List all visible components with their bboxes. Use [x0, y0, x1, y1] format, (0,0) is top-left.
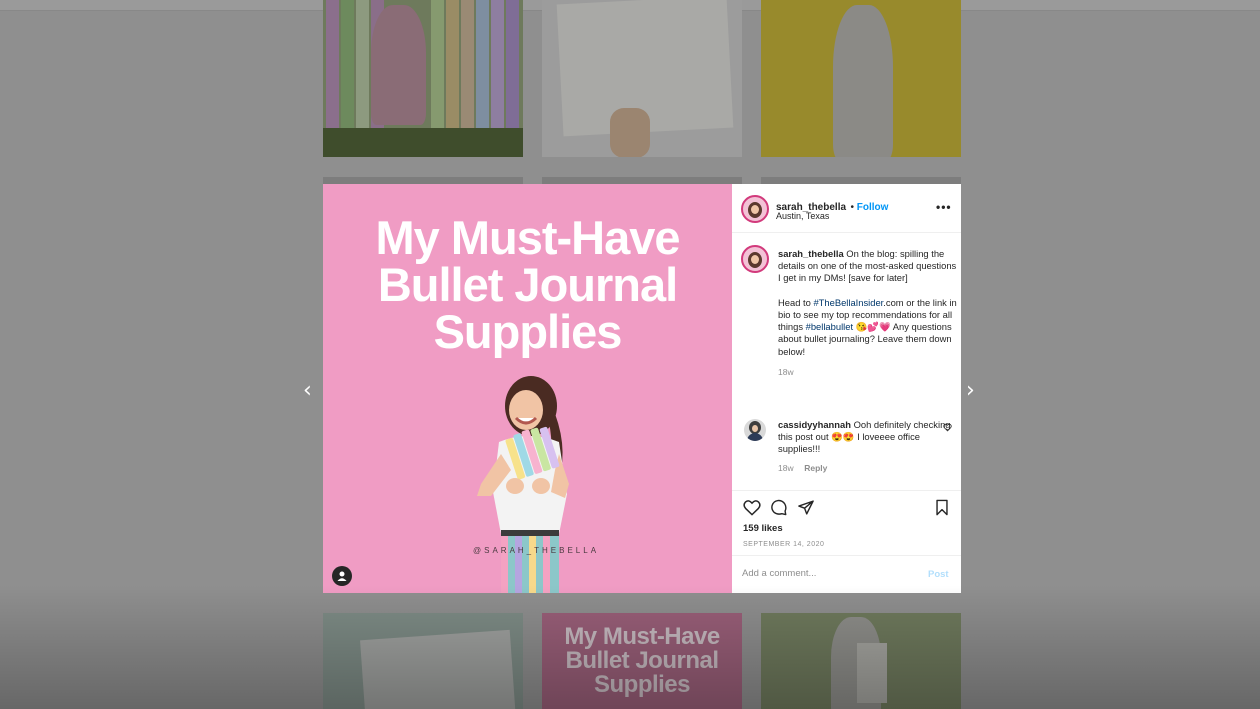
add-comment-bar: Post — [732, 555, 961, 593]
follow-button[interactable]: Follow — [857, 202, 889, 213]
caption-author-avatar[interactable] — [741, 245, 769, 273]
post-image[interactable]: My Must-Have Bullet Journal Supplies @SA… — [323, 184, 732, 593]
post-modal: My Must-Have Bullet Journal Supplies @SA… — [323, 184, 961, 593]
grid-tile-title: My Must-Have Bullet Journal Supplies — [564, 623, 720, 698]
post-date: SEPTEMBER 14, 2020 — [743, 541, 825, 548]
grid-post-tile[interactable] — [323, 0, 523, 157]
post-caption: sarah_thebella On the blog: spilling the… — [778, 248, 957, 377]
grid-post-tile[interactable] — [323, 613, 523, 709]
next-post-arrow[interactable]: › — [966, 378, 975, 403]
hashtag-link[interactable]: #bellabullet — [806, 321, 853, 332]
post-location[interactable]: Austin, Texas — [776, 211, 829, 221]
more-options-button[interactable]: ••• — [936, 200, 952, 214]
post-header: sarah_thebella • Follow Austin, Texas ••… — [732, 184, 961, 233]
author-avatar[interactable] — [741, 195, 769, 223]
comments-section: sarah_thebella On the blog: spilling the… — [732, 233, 961, 491]
grid-post-tile[interactable]: My Must-Have Bullet Journal Supplies — [542, 613, 742, 709]
post-actions: 159 likes SEPTEMBER 14, 2020 — [732, 491, 961, 555]
comment-item: cassidyyhannah Ooh definitely checking t… — [778, 419, 958, 474]
grid-post-tile[interactable] — [761, 613, 961, 709]
commenter-username[interactable]: cassidyyhannah — [778, 419, 851, 430]
caption-username[interactable]: sarah_thebella — [778, 248, 844, 259]
save-bookmark-icon[interactable] — [934, 499, 950, 516]
comment-timestamp: 18w — [778, 462, 794, 473]
comment-reply-button[interactable]: Reply — [804, 463, 827, 473]
post-sidebar: sarah_thebella • Follow Austin, Texas ••… — [732, 184, 961, 593]
tagged-users-button[interactable] — [332, 566, 352, 586]
like-count[interactable]: 159 likes — [743, 523, 783, 534]
caption-timestamp: 18w — [778, 366, 794, 377]
person-illustration — [477, 376, 569, 593]
user-icon — [337, 571, 347, 581]
like-heart-icon[interactable] — [743, 499, 761, 516]
grid-post-tile[interactable] — [542, 0, 742, 157]
comment-input[interactable] — [742, 568, 912, 579]
commenter-avatar[interactable] — [744, 419, 766, 441]
share-paper-plane-icon[interactable] — [797, 499, 815, 516]
previous-post-arrow[interactable]: ‹ — [303, 378, 312, 403]
post-image-title: My Must-Have Bullet Journal Supplies — [375, 211, 680, 358]
post-comment-button[interactable]: Post — [928, 569, 949, 580]
comment-bubble-icon[interactable] — [770, 499, 788, 516]
comment-like-heart-icon[interactable] — [943, 423, 952, 432]
grid-post-tile[interactable] — [761, 0, 961, 157]
image-handle-watermark: @SARAH_THEBELLA — [473, 546, 600, 555]
hashtag-link[interactable]: #TheBellaInsider — [813, 297, 883, 308]
